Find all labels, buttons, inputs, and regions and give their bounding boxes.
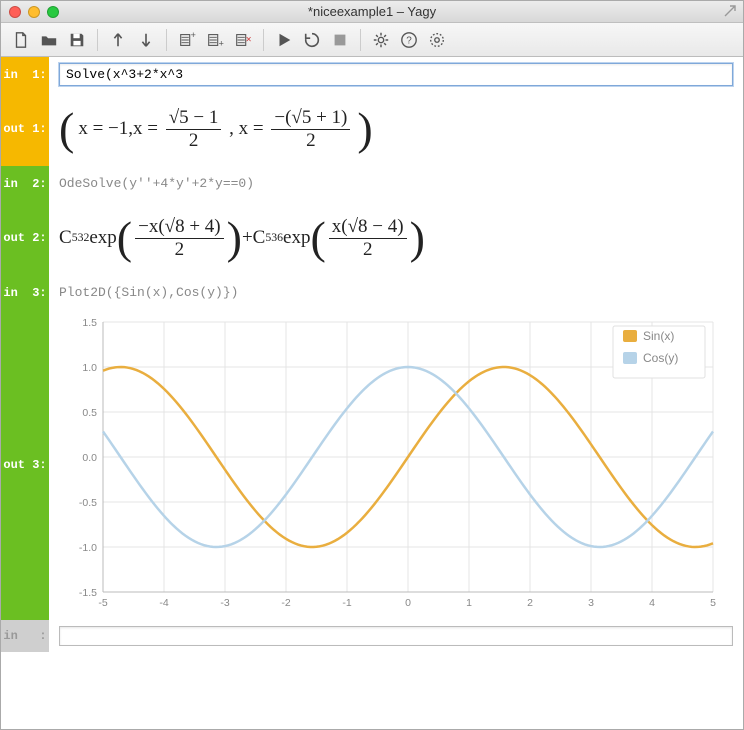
cell-label: in 3: bbox=[1, 275, 49, 310]
svg-text:-1.5: -1.5 bbox=[79, 587, 97, 599]
svg-text:Cos(y): Cos(y) bbox=[643, 351, 678, 365]
svg-text:0.5: 0.5 bbox=[82, 407, 97, 419]
run-button[interactable] bbox=[272, 28, 296, 52]
titlebar: *niceexample1 – Yagy bbox=[1, 1, 743, 23]
code-input[interactable] bbox=[59, 63, 733, 86]
cell-label: out 1: bbox=[1, 92, 49, 166]
cell-label: out 3: bbox=[1, 310, 49, 620]
svg-text:-1.0: -1.0 bbox=[79, 542, 97, 554]
svg-text:1.5: 1.5 bbox=[82, 317, 97, 329]
cell-label: in 2: bbox=[1, 166, 49, 201]
open-file-button[interactable] bbox=[37, 28, 61, 52]
svg-text:-4: -4 bbox=[159, 597, 168, 609]
code-text[interactable]: Plot2D({Sin(x),Cos(y)}) bbox=[49, 275, 743, 310]
cell-out-1: out 1: ( x = −1,x = √5 − 12 , x = −(√5 +… bbox=[1, 92, 743, 166]
chart-output: -5 -4 -3 -2 -1 0 1 2 3 4 5 -1.5 -1.0 -0.5 0.0 0.5 1.0 1.5… bbox=[49, 310, 743, 620]
new-file-button[interactable] bbox=[9, 28, 33, 52]
remove-cell-button[interactable]: × bbox=[231, 28, 255, 52]
svg-text:?: ? bbox=[406, 35, 412, 46]
notebook-content[interactable]: in 1: out 1: ( x = −1,x = √5 − 12 , x = … bbox=[1, 57, 743, 729]
move-up-button[interactable] bbox=[106, 28, 130, 52]
separator bbox=[166, 29, 167, 51]
empty-input[interactable] bbox=[59, 626, 733, 646]
stop-button[interactable] bbox=[328, 28, 352, 52]
svg-text:+: + bbox=[219, 38, 224, 48]
app-window: *niceexample1 – Yagy + + × ? in 1: bbox=[0, 0, 744, 730]
cell-in-empty: in : bbox=[1, 620, 743, 652]
svg-text:3: 3 bbox=[588, 597, 594, 609]
plot-2d: -5 -4 -3 -2 -1 0 1 2 3 4 5 -1.5 -1.0 -0.5 0.0 0.5 1.0 1.5… bbox=[55, 312, 731, 612]
insert-above-button[interactable]: + bbox=[175, 28, 199, 52]
cell-in-3: in 3: Plot2D({Sin(x),Cos(y)}) bbox=[1, 275, 743, 310]
svg-text:4: 4 bbox=[649, 597, 655, 609]
move-down-button[interactable] bbox=[134, 28, 158, 52]
cell-label: in 1: bbox=[1, 57, 49, 92]
reload-button[interactable] bbox=[300, 28, 324, 52]
svg-text:-0.5: -0.5 bbox=[79, 497, 97, 509]
svg-text:1.0: 1.0 bbox=[82, 362, 97, 374]
separator bbox=[97, 29, 98, 51]
math-output: C532 exp ( −x(√8 + 4)2 ) + C536 exp ( x(… bbox=[49, 201, 743, 275]
cell-label: in : bbox=[1, 620, 49, 652]
cell-out-3: out 3: -5 -4 -3 -2 -1 0 1 2 3 4 5 -1.5 -1.0 -0.5 0.0 0.… bbox=[1, 310, 743, 620]
separator bbox=[360, 29, 361, 51]
insert-below-button[interactable]: + bbox=[203, 28, 227, 52]
separator bbox=[263, 29, 264, 51]
svg-text:×: × bbox=[246, 34, 252, 45]
cell-label: out 2: bbox=[1, 201, 49, 275]
maximize-icon[interactable] bbox=[723, 4, 737, 18]
svg-text:-5: -5 bbox=[98, 597, 107, 609]
cell-in-1: in 1: bbox=[1, 57, 743, 92]
cell-in-2: in 2: OdeSolve(y''+4*y'+2*y==0) bbox=[1, 166, 743, 201]
code-text[interactable]: OdeSolve(y''+4*y'+2*y==0) bbox=[49, 166, 743, 201]
toolbar: + + × ? bbox=[1, 23, 743, 57]
svg-text:+: + bbox=[191, 31, 196, 40]
svg-text:-1: -1 bbox=[342, 597, 351, 609]
svg-text:5: 5 bbox=[710, 597, 716, 609]
svg-text:-3: -3 bbox=[220, 597, 229, 609]
cell-out-2: out 2: C532 exp ( −x(√8 + 4)2 ) + C536 e… bbox=[1, 201, 743, 275]
svg-text:2: 2 bbox=[527, 597, 533, 609]
svg-text:Sin(x): Sin(x) bbox=[643, 329, 674, 343]
svg-text:0.0: 0.0 bbox=[82, 452, 97, 464]
window-title: *niceexample1 – Yagy bbox=[1, 4, 743, 19]
target-button[interactable] bbox=[425, 28, 449, 52]
settings-button[interactable] bbox=[369, 28, 393, 52]
save-button[interactable] bbox=[65, 28, 89, 52]
svg-text:-2: -2 bbox=[281, 597, 290, 609]
svg-text:0: 0 bbox=[405, 597, 411, 609]
svg-text:1: 1 bbox=[466, 597, 472, 609]
math-output: ( x = −1,x = √5 − 12 , x = −(√5 + 1)2 ) bbox=[49, 92, 743, 166]
help-button[interactable]: ? bbox=[397, 28, 421, 52]
